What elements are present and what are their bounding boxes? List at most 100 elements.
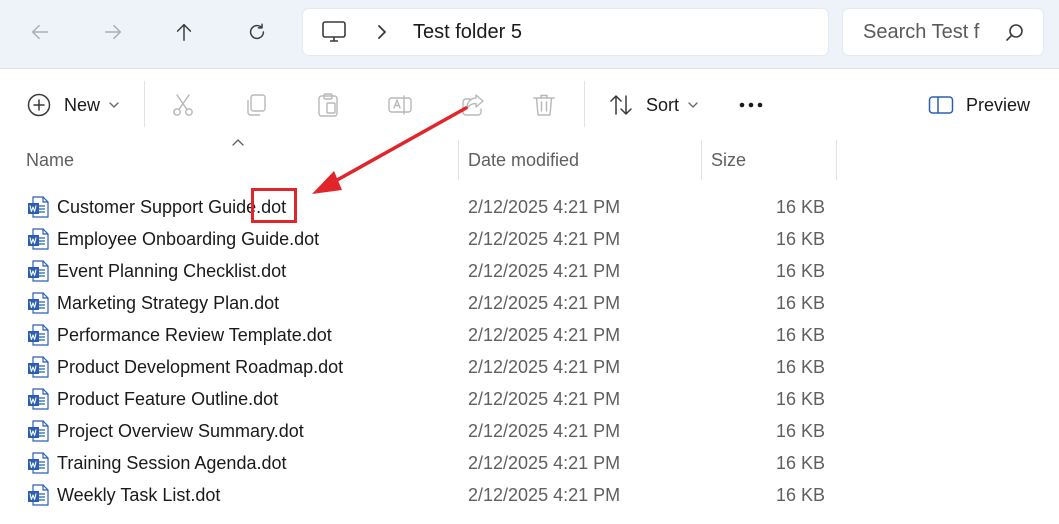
file-name: Product Feature Outline.dot: [57, 389, 279, 409]
share-icon: [462, 94, 484, 116]
file-size: 16 KB: [775, 229, 825, 249]
file-size: 16 KB: [775, 357, 825, 377]
file-row[interactable]: Product Feature Outline.dot 2/12/2025 4:…: [0, 383, 1059, 415]
file-name: Employee Onboarding Guide.dot: [57, 229, 320, 249]
file-name: Performance Review Template.dot: [57, 325, 332, 345]
word-document-icon: [28, 388, 49, 410]
column-header-name-label: Name: [26, 149, 75, 170]
word-document-icon: [28, 420, 49, 442]
file-date-modified: 2/12/2025 4:21 PM: [468, 197, 621, 217]
search-box[interactable]: [843, 9, 1043, 55]
column-divider[interactable]: [458, 140, 459, 180]
file-name: Marketing Strategy Plan.dot: [57, 293, 280, 313]
navigation-bar: Test folder 5: [0, 0, 1059, 69]
word-document-icon: [28, 196, 49, 218]
file-size: 16 KB: [775, 197, 825, 217]
column-header-name[interactable]: Name: [26, 140, 456, 180]
share-button[interactable]: [460, 85, 486, 125]
file-name: Project Overview Summary.dot: [57, 421, 304, 441]
forward-button[interactable]: [95, 14, 131, 50]
file-date-modified: 2/12/2025 4:21 PM: [468, 325, 621, 345]
search-input[interactable]: [843, 9, 1011, 55]
word-document-icon: [28, 356, 49, 378]
chevron-right-icon[interactable]: [373, 23, 391, 41]
file-date-modified: 2/12/2025 4:21 PM: [468, 485, 621, 505]
file-row[interactable]: Performance Review Template.dot 2/12/202…: [0, 319, 1059, 351]
file-row[interactable]: Marketing Strategy Plan.dot 2/12/2025 4:…: [0, 287, 1059, 319]
file-size: 16 KB: [775, 325, 825, 345]
file-name: Product Development Roadmap.dot: [57, 357, 344, 377]
file-name: Weekly Task List.dot: [57, 485, 221, 505]
file-row[interactable]: Event Planning Checklist.dot 2/12/2025 4…: [0, 255, 1059, 287]
command-bar: New Sort Preview: [0, 69, 1059, 139]
monitor-icon[interactable]: [321, 20, 347, 44]
back-button[interactable]: [22, 14, 58, 50]
file-name: Event Planning Checklist.dot: [57, 261, 287, 281]
ellipsis-icon: [739, 102, 763, 108]
file-row[interactable]: Training Session Agenda.dot 2/12/2025 4:…: [0, 447, 1059, 479]
column-header-size-label: Size: [711, 149, 747, 170]
file-size: 16 KB: [775, 421, 825, 441]
file-row[interactable]: Weekly Task List.dot 2/12/2025 4:21 PM 1…: [0, 479, 1059, 511]
file-size: 16 KB: [775, 453, 825, 473]
file-size: 16 KB: [775, 389, 825, 409]
file-size: 16 KB: [775, 485, 825, 505]
file-row[interactable]: Employee Onboarding Guide.dot 2/12/2025 …: [0, 223, 1059, 255]
breadcrumb-current-folder[interactable]: Test folder 5: [413, 21, 522, 44]
delete-button[interactable]: [531, 85, 557, 125]
trash-icon: [533, 94, 555, 116]
arrow-left-icon: [31, 24, 49, 40]
search-icon[interactable]: [1005, 23, 1025, 43]
more-options-button[interactable]: [738, 85, 764, 125]
plus-circle-icon: [27, 93, 51, 117]
new-button[interactable]: New: [26, 85, 120, 125]
file-row[interactable]: Product Development Roadmap.dot 2/12/202…: [0, 351, 1059, 383]
chevron-down-icon: [109, 102, 119, 108]
word-document-icon: [28, 260, 49, 282]
up-button[interactable]: [166, 14, 202, 50]
scissors-icon: [173, 94, 193, 116]
toolbar-divider: [584, 81, 585, 127]
word-document-icon: [28, 292, 49, 314]
copy-button[interactable]: [243, 85, 269, 125]
preview-pane-button[interactable]: Preview: [928, 85, 1030, 125]
column-header-date-label: Date modified: [468, 149, 580, 170]
rename-button[interactable]: [387, 85, 413, 125]
preview-pane-icon: [928, 96, 954, 114]
file-row[interactable]: Customer Support Guide.dot 2/12/2025 4:2…: [0, 191, 1059, 223]
word-document-icon: [28, 324, 49, 346]
file-size: 16 KB: [775, 293, 825, 313]
refresh-icon: [249, 23, 265, 40]
annotation-highlight-box: [251, 188, 297, 223]
arrow-right-icon: [104, 24, 122, 40]
file-date-modified: 2/12/2025 4:21 PM: [468, 453, 621, 473]
sort-button[interactable]: Sort: [608, 85, 699, 125]
file-date-modified: 2/12/2025 4:21 PM: [468, 357, 621, 377]
word-document-icon: [28, 484, 49, 506]
column-divider[interactable]: [836, 140, 837, 180]
cut-button[interactable]: [170, 85, 196, 125]
preview-pane-label: Preview: [966, 94, 1031, 115]
word-document-icon: [28, 228, 49, 250]
chevron-down-icon: [688, 102, 698, 108]
file-list: Customer Support Guide.dot 2/12/2025 4:2…: [0, 191, 1059, 511]
file-date-modified: 2/12/2025 4:21 PM: [468, 261, 621, 281]
arrow-up-icon: [176, 23, 192, 41]
file-date-modified: 2/12/2025 4:21 PM: [468, 421, 621, 441]
sort-icon: [610, 95, 632, 115]
paste-button[interactable]: [315, 85, 341, 125]
rename-icon: [388, 95, 412, 115]
new-button-label: New: [64, 94, 101, 115]
file-name: Training Session Agenda.dot: [57, 453, 287, 473]
file-row[interactable]: Project Overview Summary.dot 2/12/2025 4…: [0, 415, 1059, 447]
column-header-date-modified[interactable]: Date modified: [468, 140, 700, 180]
word-document-icon: [28, 452, 49, 474]
address-bar[interactable]: Test folder 5: [303, 9, 828, 55]
column-header-size[interactable]: Size: [711, 140, 835, 180]
column-divider[interactable]: [701, 140, 702, 180]
file-date-modified: 2/12/2025 4:21 PM: [468, 293, 621, 313]
toolbar-divider: [144, 81, 145, 127]
file-date-modified: 2/12/2025 4:21 PM: [468, 389, 621, 409]
refresh-button[interactable]: [239, 14, 275, 50]
file-size: 16 KB: [775, 261, 825, 281]
